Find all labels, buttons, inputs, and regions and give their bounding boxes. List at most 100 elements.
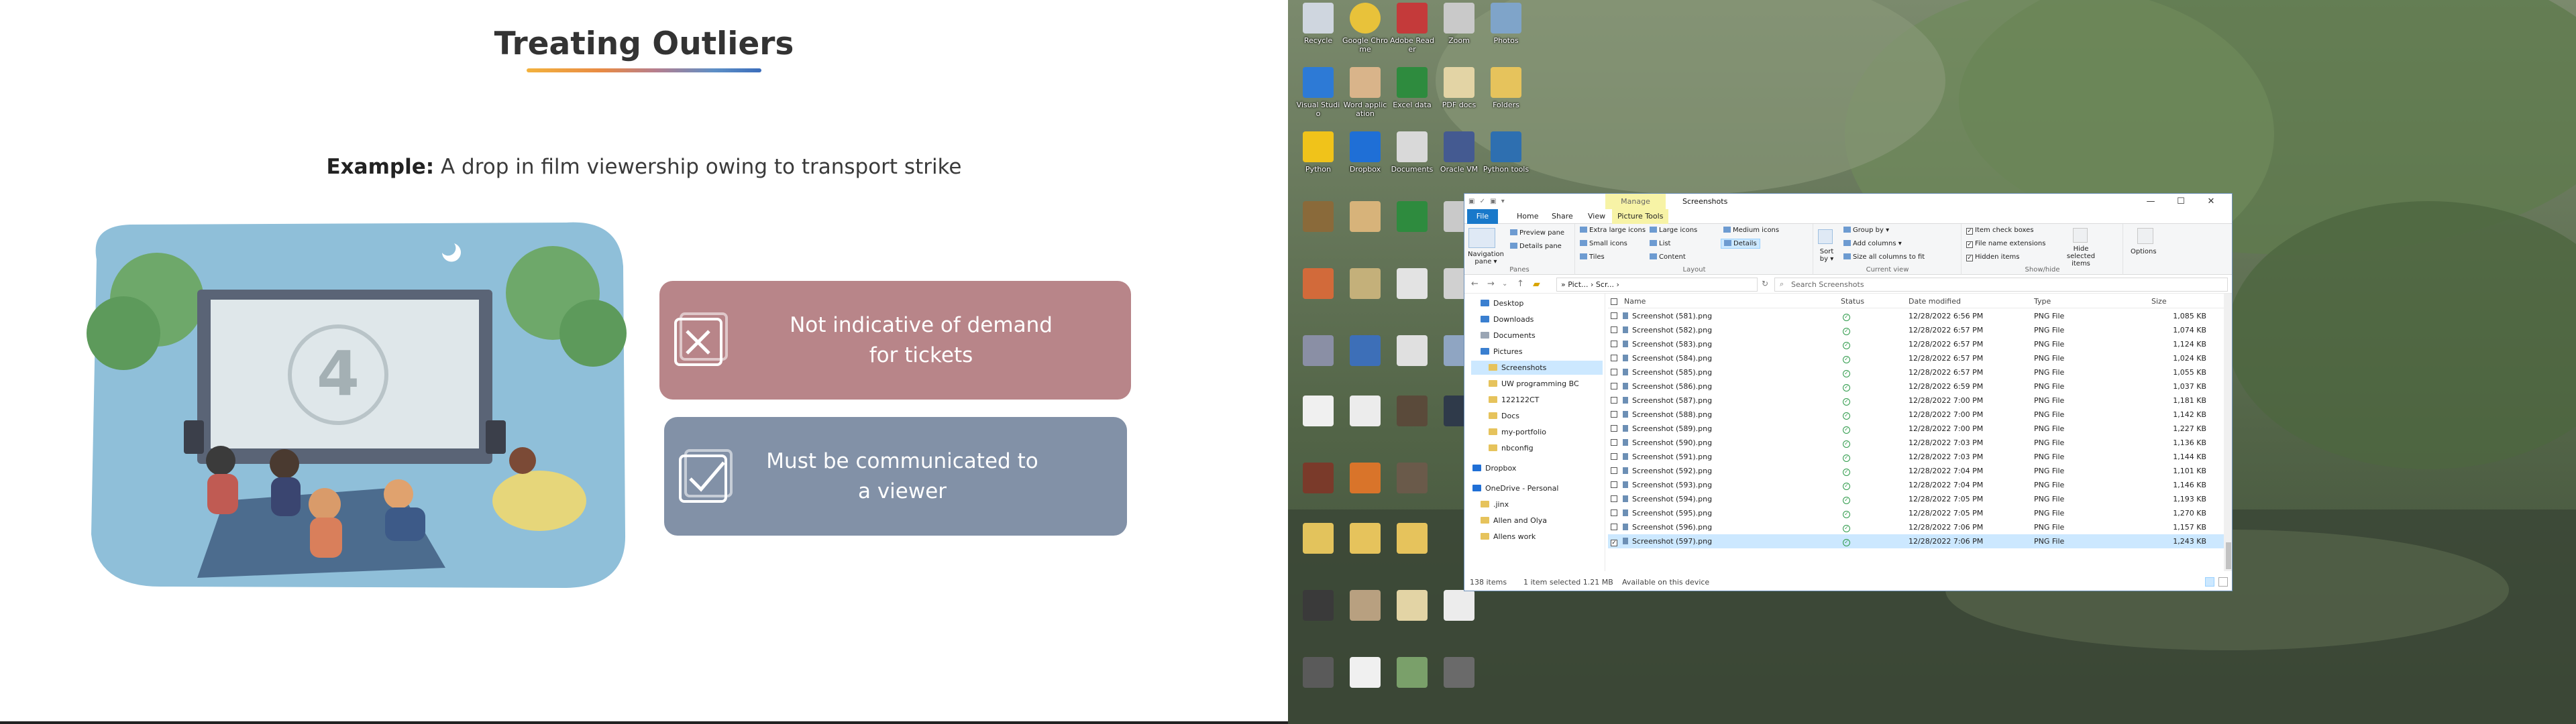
sidebar-item-jinx[interactable]: .jinx [1481, 497, 1509, 511]
desktop-icon[interactable] [1295, 201, 1342, 268]
quick-access-toolbar[interactable]: ▣ ✓ ▣ ▾ [1468, 198, 1506, 205]
large-icons-view-icon[interactable] [2218, 577, 2228, 587]
desktop-icon[interactable]: Python tools [1483, 131, 1529, 198]
desktop-icon[interactable]: Google Chrome [1342, 3, 1389, 70]
desktop-icon[interactable] [1295, 590, 1342, 657]
options-button[interactable]: Options [2131, 248, 2157, 255]
desktop-icon[interactable] [1342, 590, 1389, 657]
desktop-icon[interactable]: Visual Studio [1295, 67, 1342, 134]
desktop-icon[interactable] [1342, 335, 1389, 402]
desktop-icon[interactable] [1295, 268, 1342, 335]
desktop-icon[interactable] [1389, 590, 1436, 657]
up-arrow-icon[interactable]: ↑ [1517, 279, 1524, 289]
tab-view[interactable]: View [1582, 209, 1611, 224]
row-checkbox[interactable] [1611, 326, 1619, 335]
sidebar-item-screenshots[interactable]: Screenshots [1471, 361, 1603, 375]
desktop-icon[interactable] [1295, 523, 1342, 590]
table-row[interactable]: Screenshot (584).png ✓ 12/28/2022 6:57 PM P… [1608, 351, 2224, 365]
desktop-icon[interactable] [1295, 335, 1342, 402]
sidebar-item-allen-and-olya[interactable]: Allen and Olya [1481, 514, 1547, 528]
back-arrow-icon[interactable]: ← [1471, 279, 1479, 289]
size-columns-button[interactable]: Size all columns to fit [1843, 253, 1925, 261]
table-row[interactable]: Screenshot (586).png ✓ 12/28/2022 6:59 PM P… [1608, 379, 2224, 394]
desktop-icon[interactable] [1295, 396, 1342, 463]
desktop-icon[interactable]: Folders [1483, 67, 1529, 134]
desktop-icon[interactable] [1342, 201, 1389, 268]
tab-picture-tools[interactable]: Picture Tools [1612, 209, 1669, 224]
sidebar-item-allens-work[interactable]: Allens work [1481, 530, 1536, 544]
desktop-icon[interactable] [1389, 523, 1436, 590]
layout-list[interactable]: List [1650, 240, 1670, 247]
tab-home[interactable]: Home [1511, 209, 1544, 224]
desktop-icon[interactable]: PDF docs [1436, 67, 1483, 134]
layout-large-icons[interactable]: Large icons [1650, 227, 1697, 234]
manage-contextual-tab[interactable]: Manage [1605, 194, 1666, 209]
desktop-icon[interactable]: Excel data [1389, 67, 1436, 134]
sidebar-item-my-portfolio[interactable]: my-portfolio [1489, 425, 1546, 439]
desktop-icon[interactable] [1389, 463, 1436, 530]
desktop-icon[interactable] [1295, 463, 1342, 530]
table-row[interactable]: Screenshot (590).png ✓ 12/28/2022 7:03 PM P… [1608, 436, 2224, 450]
row-checkbox[interactable] [1611, 495, 1619, 503]
row-checkbox[interactable] [1611, 312, 1619, 320]
address-bar[interactable]: » Pict... › Scr... › [1556, 278, 1758, 292]
details-view-icon[interactable] [2205, 577, 2214, 587]
close-button[interactable]: ✕ [2198, 195, 2224, 208]
table-row[interactable]: Screenshot (583).png ✓ 12/28/2022 6:57 PM P… [1608, 337, 2224, 351]
layout-tiles[interactable]: Tiles [1580, 253, 1605, 261]
table-row[interactable]: ✓ Screenshot (597).png ✓ 12/28/2022 7:06 PM… [1608, 534, 2224, 548]
table-row[interactable]: Screenshot (581).png ✓ 12/28/2022 6:56 PM P… [1608, 309, 2224, 323]
details-pane-button[interactable]: Details pane [1510, 243, 1562, 250]
desktop-icon[interactable] [1342, 523, 1389, 590]
sidebar-item-uw-programming-bc[interactable]: UW programming BC [1489, 377, 1579, 391]
tab-file[interactable]: File [1467, 209, 1498, 224]
layout-medium-icons[interactable]: Medium icons [1723, 227, 1779, 234]
desktop-icon[interactable] [1389, 335, 1436, 402]
sort-by-button[interactable]: Sort by ▾ [1815, 248, 1838, 263]
hide-selected-button[interactable]: Hide selected items [2061, 245, 2100, 267]
sidebar-item-documents[interactable]: Documents [1481, 328, 1536, 343]
search-input[interactable]: Search Screenshots [1774, 278, 2228, 292]
desktop-icon[interactable]: Recycle [1295, 3, 1342, 70]
row-checkbox[interactable]: ✓ [1611, 537, 1619, 546]
tab-share[interactable]: Share [1546, 209, 1578, 224]
desktop-icon[interactable] [1342, 268, 1389, 335]
sidebar-item-122122ct[interactable]: 122122CT [1489, 393, 1539, 407]
forward-arrow-icon[interactable]: → [1487, 279, 1495, 289]
add-columns-button[interactable]: Add columns ▾ [1843, 240, 1902, 247]
row-checkbox[interactable] [1611, 424, 1619, 433]
table-row[interactable]: Screenshot (592).png ✓ 12/28/2022 7:04 PM P… [1608, 464, 2224, 478]
refresh-icon[interactable]: ↻ [1762, 279, 1768, 288]
desktop-icon[interactable] [1342, 396, 1389, 463]
column-size[interactable]: Size [2151, 297, 2167, 306]
desktop-icon[interactable]: Photos [1483, 3, 1529, 70]
column-date-modified[interactable]: Date modified [1909, 297, 1961, 306]
row-checkbox[interactable] [1611, 368, 1619, 377]
desktop-icon[interactable]: Zoom [1436, 3, 1483, 70]
column-type[interactable]: Type [2034, 297, 2051, 306]
desktop-icon[interactable]: Documents [1389, 131, 1436, 198]
desktop-icon[interactable] [1389, 268, 1436, 335]
desktop-icon[interactable] [1342, 463, 1389, 530]
vertical-scrollbar[interactable] [2224, 294, 2232, 571]
row-checkbox[interactable] [1611, 382, 1619, 391]
layout-details[interactable]: Details [1721, 239, 1760, 249]
row-checkbox[interactable] [1611, 438, 1619, 447]
table-row[interactable]: Screenshot (585).png ✓ 12/28/2022 6:57 PM P… [1608, 365, 2224, 379]
table-row[interactable]: Screenshot (587).png ✓ 12/28/2022 7:00 PM P… [1608, 394, 2224, 408]
layout-content[interactable]: Content [1650, 253, 1686, 261]
row-checkbox[interactable] [1611, 467, 1619, 475]
row-checkbox[interactable] [1611, 452, 1619, 461]
hidden-items-toggle[interactable]: ✓ Hidden items [1966, 253, 2019, 261]
sidebar-item-nbconfig[interactable]: nbconfig [1489, 441, 1534, 455]
desktop-icon[interactable] [1389, 201, 1436, 268]
row-checkbox[interactable] [1611, 481, 1619, 489]
table-row[interactable]: Screenshot (593).png ✓ 12/28/2022 7:04 PM P… [1608, 478, 2224, 492]
maximize-button[interactable]: ☐ [2167, 195, 2194, 208]
desktop-icon[interactable]: Oracle VM [1436, 131, 1483, 198]
sidebar-item-dropbox[interactable]: Dropbox [1472, 461, 1516, 475]
desktop-icon[interactable] [1389, 657, 1436, 724]
desktop-icon[interactable]: Dropbox [1342, 131, 1389, 198]
table-row[interactable]: Screenshot (582).png ✓ 12/28/2022 6:57 PM P… [1608, 323, 2224, 337]
select-all-checkbox[interactable] [1611, 298, 1619, 306]
